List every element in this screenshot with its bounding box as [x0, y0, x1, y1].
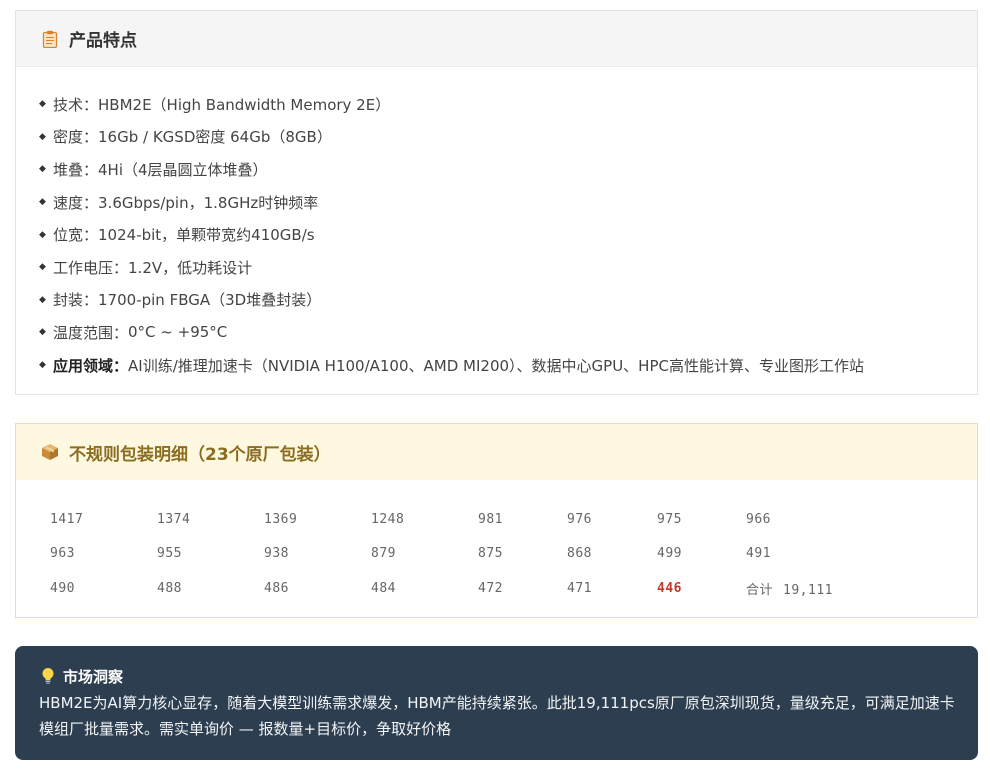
- feature-value: AI训练/推理加速卡（NVIDIA H100/A100、AMD MI200）、数…: [128, 356, 864, 375]
- diamond-bullet-icon: ◆: [39, 294, 46, 305]
- product-features-header: 产品特点: [16, 11, 977, 67]
- packing-quantity: 488: [157, 580, 182, 596]
- feature-value: 1.2V，低功耗设计: [128, 258, 253, 277]
- packing-quantity: 484: [371, 580, 396, 596]
- packing-quantity: 1374: [157, 511, 191, 527]
- packing-quantity: 875: [478, 546, 503, 562]
- packing-details-panel: 不规则包装明细（23个原厂包装） 1417 1374 1369 1248 981…: [15, 423, 978, 618]
- feature-value: HBM2E（High Bandwidth Memory 2E）: [98, 95, 391, 114]
- packing-quantity: 966: [746, 511, 771, 527]
- feature-label: 封装：: [53, 291, 99, 310]
- feature-item: ◆ 堆叠： 4Hi（4层晶圆立体堆叠）: [39, 153, 977, 186]
- packing-quantity: 499: [657, 546, 682, 562]
- diamond-bullet-icon: ◆: [39, 360, 46, 371]
- feature-item: ◆ 密度： 16Gb / KGSD密度 64Gb（8GB）: [39, 121, 977, 154]
- market-insight-panel: 市场洞察 HBM2E为AI算力核心显存，随着大模型训练需求爆发，HBM产能持续紧…: [15, 646, 978, 760]
- packing-quantity: 975: [657, 511, 682, 527]
- diamond-bullet-icon: ◆: [39, 99, 46, 110]
- feature-value: 4Hi（4层晶圆立体堆叠）: [98, 160, 268, 179]
- packing-quantity: 955: [157, 546, 182, 562]
- packing-quantity: 1248: [371, 511, 405, 527]
- packing-quantity: 868: [567, 546, 592, 562]
- packing-quantity: 981: [478, 511, 503, 527]
- packing-quantity: 491: [746, 546, 771, 562]
- diamond-bullet-icon: ◆: [39, 327, 46, 338]
- diamond-bullet-icon: ◆: [39, 262, 46, 273]
- feature-label: 密度：: [53, 128, 99, 147]
- diamond-bullet-icon: ◆: [39, 164, 46, 175]
- feature-label: 工作电压：: [53, 258, 129, 277]
- packing-quantity: 976: [567, 511, 592, 527]
- packing-quantity: 486: [264, 580, 289, 596]
- feature-value: 1700-pin FBGA（3D堆叠封装）: [98, 291, 322, 310]
- feature-value: 16Gb / KGSD密度 64Gb（8GB）: [98, 128, 332, 147]
- feature-item: ◆ 封装： 1700-pin FBGA（3D堆叠封装）: [39, 284, 977, 317]
- feature-item: ◆ 工作电压： 1.2V，低功耗设计: [39, 251, 977, 284]
- feature-item: ◆ 技术： HBM2E（High Bandwidth Memory 2E）: [39, 88, 977, 121]
- feature-item: ◆ 温度范围： 0°C ~ +95°C: [39, 316, 977, 349]
- clipboard-icon: [41, 30, 59, 48]
- product-features-title: 产品特点: [69, 31, 137, 51]
- packing-quantity: 471: [567, 580, 592, 596]
- packing-details-header: 不规则包装明细（23个原厂包装）: [16, 424, 977, 480]
- packing-quantity: 1369: [264, 511, 298, 527]
- lightbulb-icon: [39, 667, 57, 685]
- packing-total: 合计 19,111: [746, 579, 946, 598]
- product-features-panel: 产品特点 ◆ 技术： HBM2E（High Bandwidth Memory 2E）…: [15, 10, 978, 395]
- feature-value: 3.6Gbps/pin，1.8GHz时钟频率: [98, 193, 319, 212]
- market-insight-title: 市场洞察: [63, 667, 124, 686]
- feature-value: 0°C ~ +95°C: [128, 323, 228, 342]
- packing-row: 963 955 938 879 875 868 499 491: [50, 537, 950, 572]
- diamond-bullet-icon: ◆: [39, 229, 46, 240]
- feature-item: ◆ 速度： 3.6Gbps/pin，1.8GHz时钟频率: [39, 186, 977, 219]
- feature-item: ◆ 应用领域： AI训练/推理加速卡（NVIDIA H100/A100、AMD MI…: [39, 349, 977, 382]
- packing-total-label: 合计: [746, 582, 774, 598]
- feature-label: 温度范围：: [53, 323, 129, 342]
- packing-quantity-highlight: 446: [657, 580, 682, 596]
- packing-row: 490 488 486 484 472 471 446 合计 19,111: [50, 571, 950, 606]
- packing-row: 1417 1374 1369 1248 981 976 975 966: [50, 502, 950, 537]
- diamond-bullet-icon: ◆: [39, 131, 46, 142]
- packing-quantity-grid: 1417 1374 1369 1248 981 976 975 966 963 …: [50, 502, 950, 606]
- packing-quantity: 879: [371, 546, 396, 562]
- packing-quantity: 472: [478, 580, 503, 596]
- feature-item: ◆ 位宽： 1024-bit，单颗带宽约410GB/s: [39, 218, 977, 251]
- package-icon: [41, 443, 59, 461]
- packing-quantity: 938: [264, 546, 289, 562]
- packing-quantity: 963: [50, 546, 75, 562]
- market-insight-header: 市场洞察: [39, 666, 956, 686]
- feature-label: 位宽：: [53, 226, 99, 245]
- packing-details-title: 不规则包装明细（23个原厂包装）: [69, 444, 331, 465]
- market-insight-text: HBM2E为AI算力核心显存，随着大模型训练需求爆发，HBM产能持续紧张。此批1…: [39, 694, 955, 738]
- packing-quantity: 1417: [50, 511, 84, 527]
- packing-quantity: 490: [50, 580, 75, 596]
- feature-label: 堆叠：: [53, 160, 99, 179]
- diamond-bullet-icon: ◆: [39, 197, 46, 208]
- feature-label: 技术：: [53, 95, 99, 114]
- feature-label: 应用领域：: [53, 356, 129, 375]
- packing-total-value: 19,111: [783, 582, 833, 598]
- feature-list: ◆ 技术： HBM2E（High Bandwidth Memory 2E） ◆ 密度：…: [16, 67, 977, 381]
- feature-value: 1024-bit，单颗带宽约410GB/s: [98, 226, 315, 245]
- feature-label: 速度：: [53, 193, 99, 212]
